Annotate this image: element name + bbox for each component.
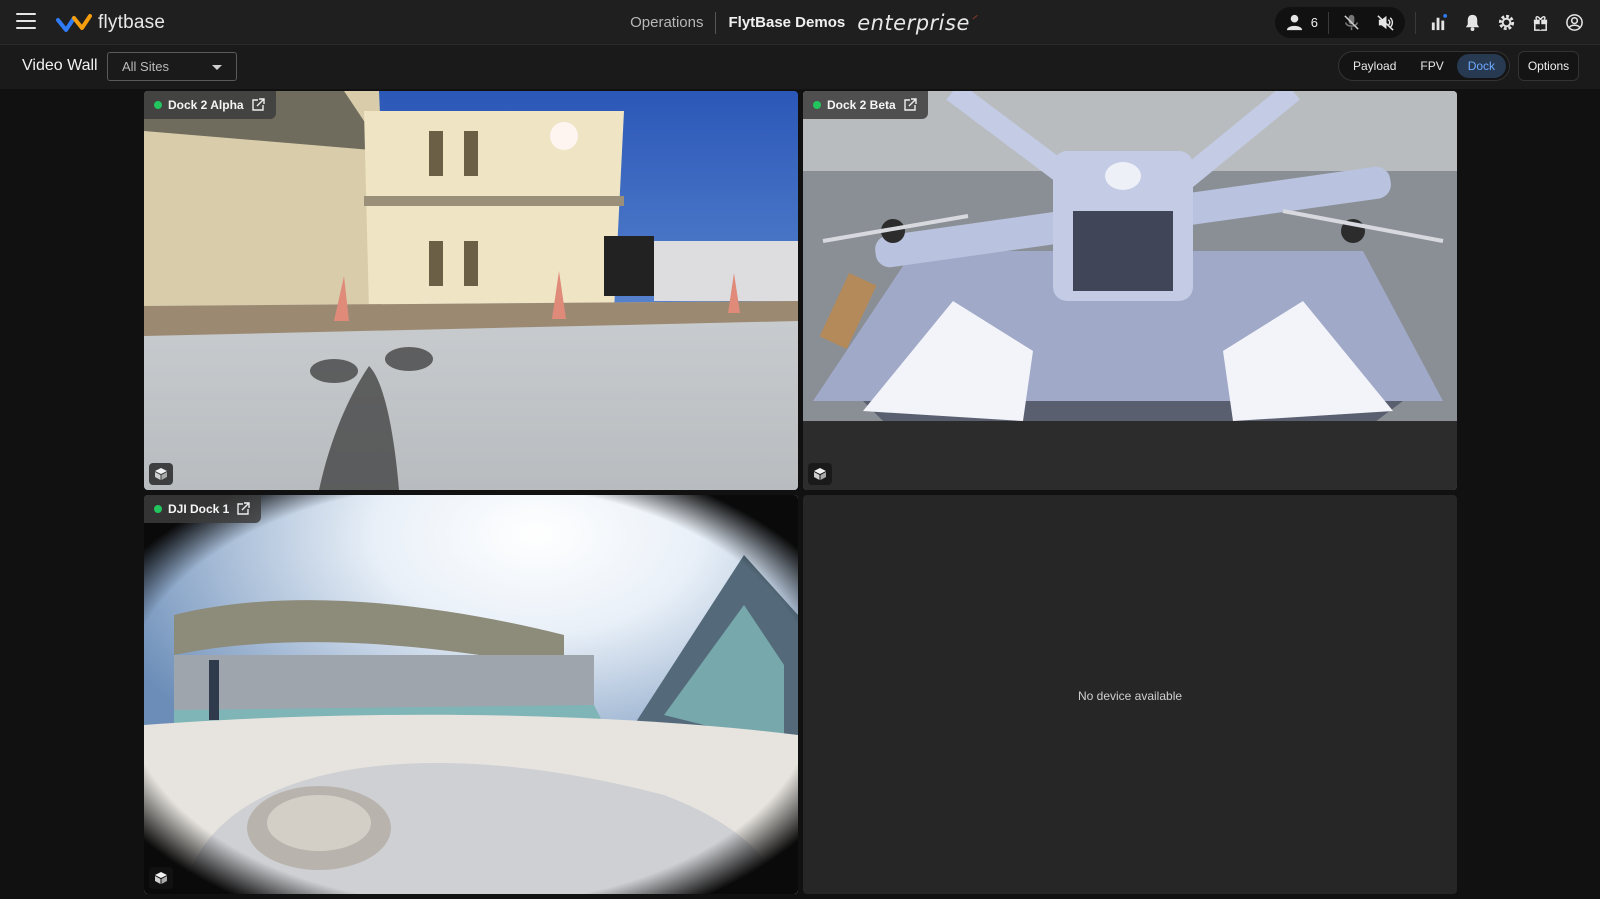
- account-icon[interactable]: [1562, 11, 1586, 35]
- video-feed: [144, 495, 798, 894]
- empty-state-text: No device available: [1077, 689, 1183, 703]
- video-tile-empty: No device available: [803, 495, 1457, 894]
- page-title: Video Wall: [22, 57, 98, 74]
- chevron-down-icon: [212, 65, 222, 70]
- analytics-icon[interactable]: [1426, 11, 1450, 35]
- video-tile-dji-dock-1[interactable]: DJI Dock 1: [144, 495, 798, 894]
- nav-operations[interactable]: Operations: [630, 14, 703, 31]
- site-select-value: All Sites: [122, 59, 169, 74]
- logo[interactable]: flytbase: [56, 10, 165, 36]
- edition-label: enterprise ⸍: [857, 10, 976, 35]
- mode-dock[interactable]: Dock: [1456, 54, 1507, 78]
- gear-icon[interactable]: [1494, 11, 1518, 35]
- users-count: 6: [1310, 15, 1318, 30]
- tile-label: Dock 2 Beta: [803, 91, 928, 119]
- cube-icon[interactable]: [149, 463, 173, 485]
- status-online-dot: [154, 101, 162, 109]
- options-button[interactable]: Options: [1518, 51, 1579, 81]
- toolbar-right: 6: [1274, 7, 1586, 38]
- status-online-dot: [154, 505, 162, 513]
- status-online-dot: [813, 101, 821, 109]
- video-tile-dock-2-alpha[interactable]: Dock 2 Alpha: [144, 91, 798, 490]
- bell-icon[interactable]: [1460, 11, 1484, 35]
- users-icon[interactable]: [1283, 11, 1307, 35]
- cube-icon[interactable]: [149, 867, 173, 889]
- spark-icon: ⸍: [970, 12, 977, 26]
- menu-icon[interactable]: [16, 13, 36, 31]
- edition-text: enterprise: [857, 10, 970, 35]
- external-link-icon[interactable]: [250, 97, 266, 113]
- tile-name: Dock 2 Alpha: [168, 98, 244, 112]
- tile-label: Dock 2 Alpha: [144, 91, 276, 119]
- gift-icon[interactable]: [1528, 11, 1552, 35]
- top-bar: flytbase Operations FlytBase Demos enter…: [0, 0, 1600, 45]
- divider: [715, 11, 717, 34]
- audio-users-group: 6: [1274, 7, 1405, 38]
- external-link-icon[interactable]: [235, 501, 251, 517]
- external-link-icon[interactable]: [902, 97, 918, 113]
- mode-fpv[interactable]: FPV: [1409, 54, 1454, 78]
- cube-icon[interactable]: [808, 463, 832, 485]
- view-mode-toggle: Payload FPV Dock: [1338, 51, 1510, 81]
- divider: [1415, 11, 1416, 34]
- video-tile-dock-2-beta[interactable]: Dock 2 Beta: [803, 91, 1457, 490]
- tile-name: Dock 2 Beta: [827, 98, 896, 112]
- tile-label: DJI Dock 1: [144, 495, 262, 523]
- logo-text: flytbase: [98, 12, 166, 33]
- speaker-muted-icon[interactable]: [1373, 11, 1397, 35]
- video-feed: [144, 91, 798, 490]
- video-feed: [803, 91, 1457, 490]
- mic-off-icon[interactable]: [1339, 11, 1363, 35]
- mode-payload[interactable]: Payload: [1342, 54, 1407, 78]
- org-name: FlytBase Demos: [728, 14, 846, 31]
- tile-name: DJI Dock 1: [168, 502, 230, 516]
- site-select[interactable]: All Sites: [107, 52, 237, 81]
- sub-bar: Video Wall All Sites Payload FPV Dock Op…: [0, 45, 1600, 89]
- divider: [1328, 11, 1329, 34]
- flytbase-logo-icon: [56, 14, 92, 32]
